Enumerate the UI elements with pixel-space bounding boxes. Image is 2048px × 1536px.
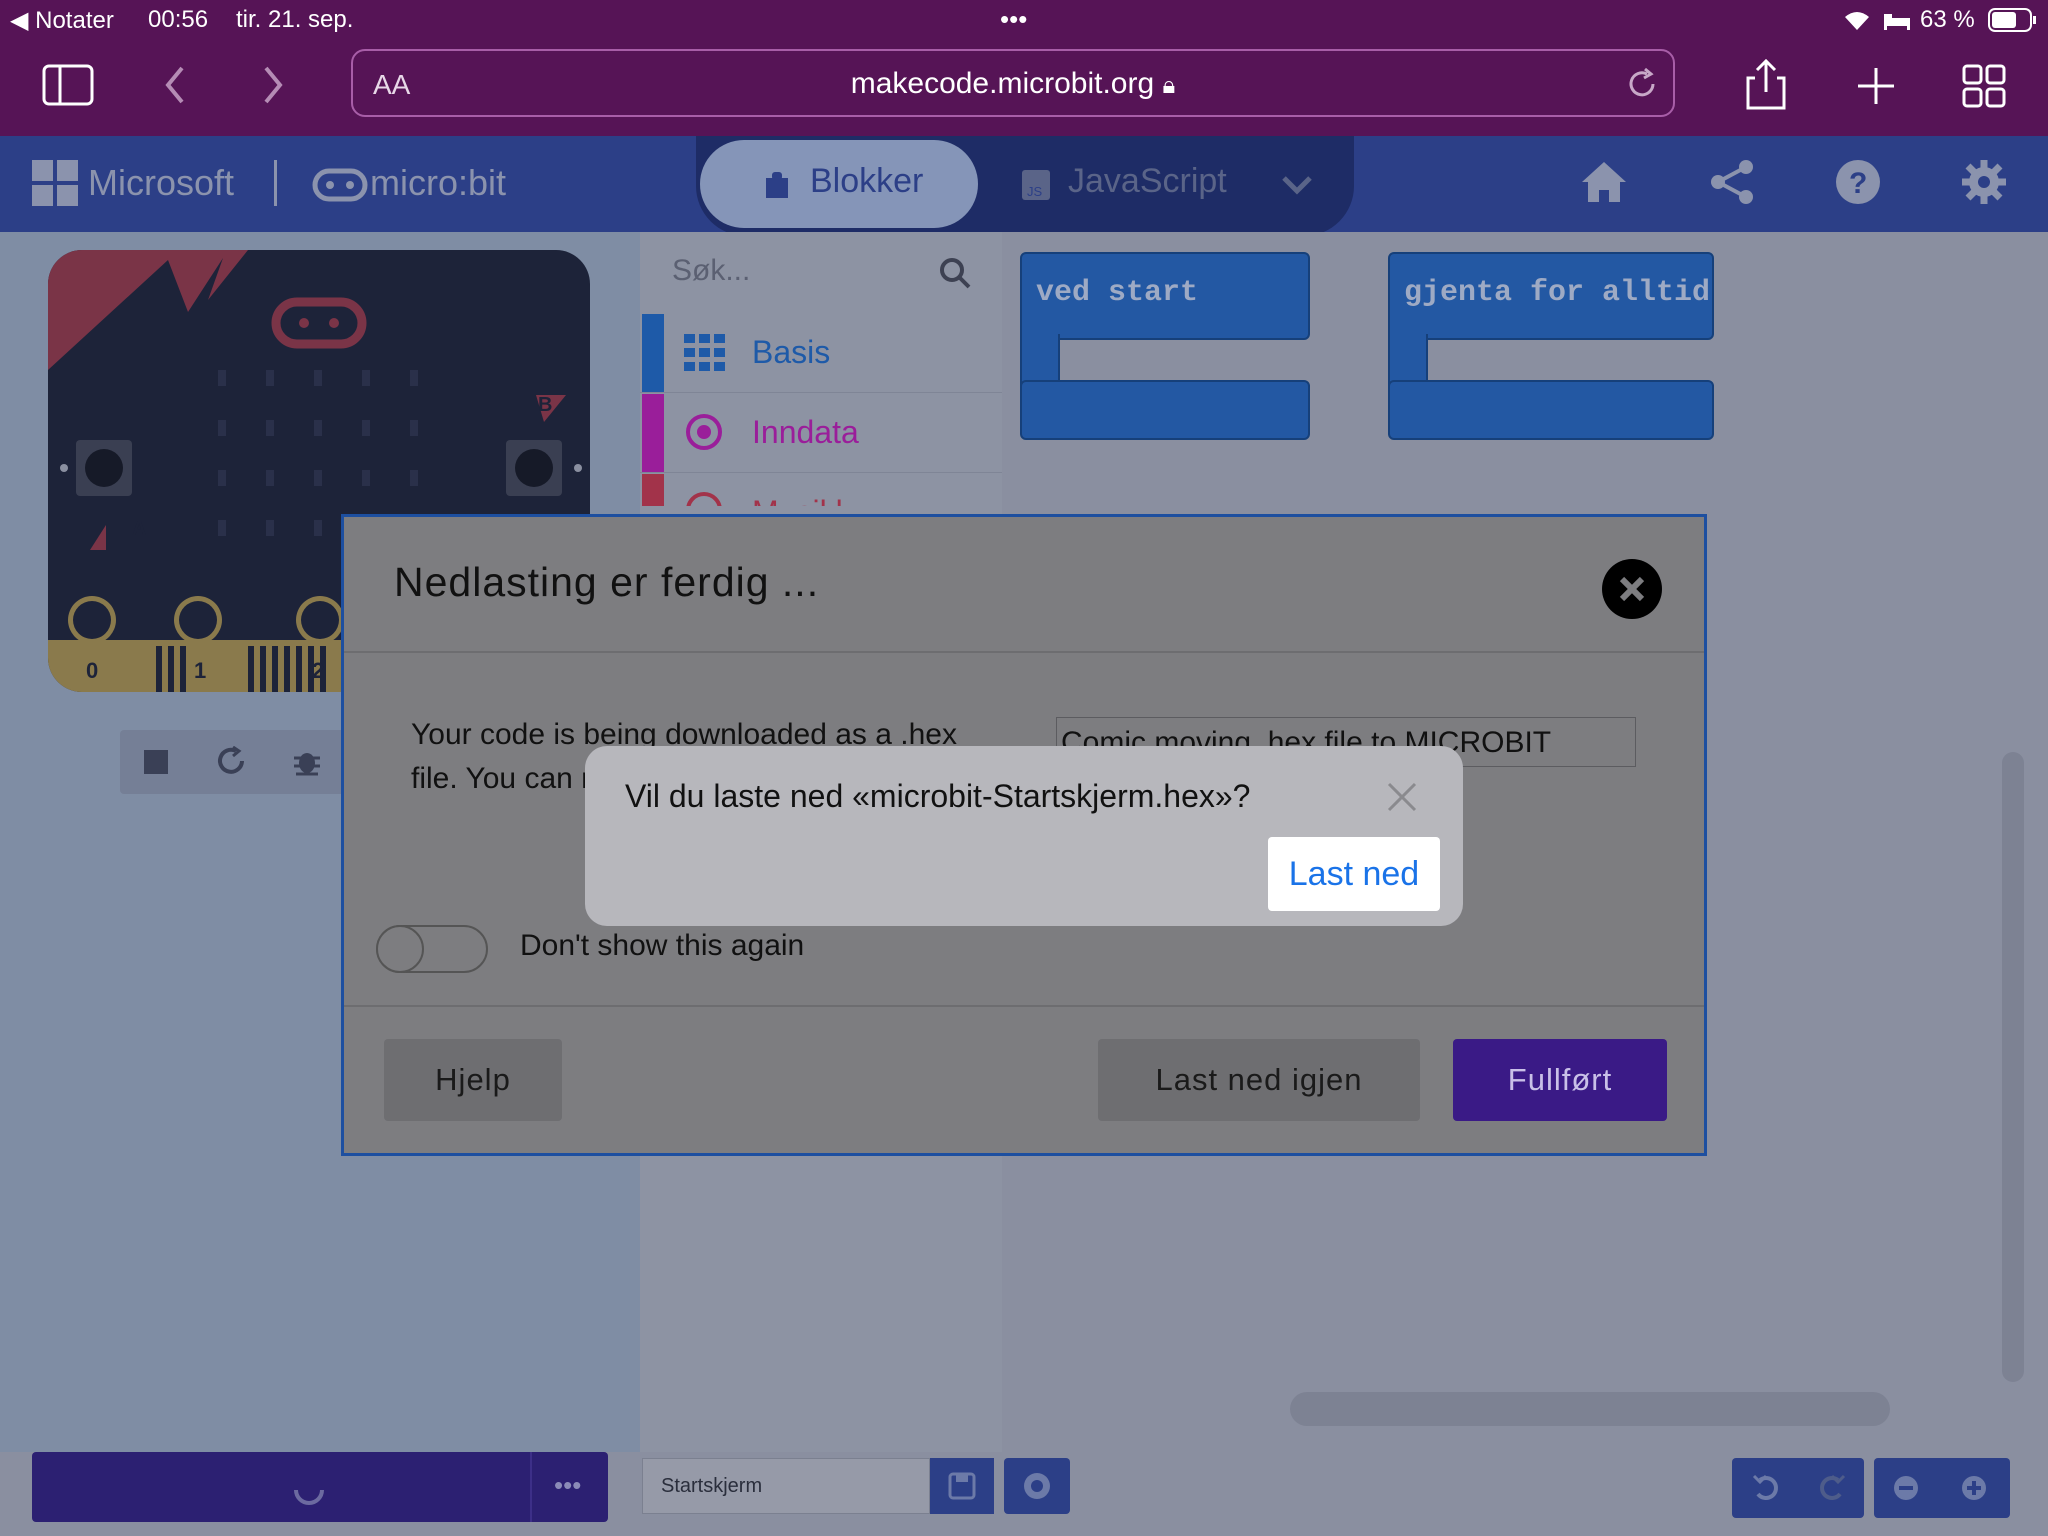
- save-icon: [948, 1472, 976, 1500]
- help-icon[interactable]: ?: [1834, 158, 1882, 206]
- status-date: tir. 21. sep.: [236, 6, 354, 33]
- dialog-close-button[interactable]: [1602, 559, 1662, 619]
- dont-show-label: Don't show this again: [520, 929, 805, 962]
- vertical-scrollbar[interactable]: [2002, 752, 2024, 1382]
- multitasking-dots[interactable]: •••: [1000, 4, 1027, 35]
- tabs-overview-icon[interactable]: [1956, 58, 2012, 114]
- status-time: 00:56: [148, 6, 209, 33]
- download-button[interactable]: •••: [32, 1452, 608, 1522]
- close-icon: [1619, 576, 1645, 602]
- microsoft-logo-icon: [32, 160, 78, 206]
- back-icon[interactable]: [148, 58, 204, 114]
- dialog-title: Nedlasting er ferdig ...: [394, 559, 820, 605]
- close-icon[interactable]: [1385, 780, 1419, 814]
- address-bar[interactable]: AA makecode.microbit.org 🔒︎: [351, 49, 1675, 117]
- search-input[interactable]: Søk...: [672, 254, 750, 288]
- microbit-label[interactable]: micro:bit: [370, 162, 506, 204]
- toolbox-search[interactable]: Søk...: [640, 232, 1002, 312]
- back-to-app[interactable]: ◀ Notater: [10, 6, 114, 35]
- header-divider: [274, 160, 277, 206]
- dialog-divider: [344, 651, 1704, 653]
- horizontal-scrollbar[interactable]: [1290, 1392, 1890, 1426]
- toolbox-item-musikk[interactable]: Musikk: [640, 474, 1002, 506]
- home-icon[interactable]: [1580, 160, 1628, 204]
- tab-blocks[interactable]: Blokker: [700, 140, 978, 228]
- block-forever-foot: [1388, 380, 1714, 440]
- pin-0-label: 0: [86, 658, 99, 683]
- battery-icon: [1988, 8, 2036, 32]
- category-color-bar: [642, 394, 664, 472]
- simulator-controls: [120, 730, 360, 794]
- dont-show-toggle[interactable]: [376, 925, 488, 973]
- done-button[interactable]: Fullført: [1453, 1039, 1667, 1121]
- share-icon[interactable]: [1738, 58, 1794, 114]
- block-on-start-foot: [1020, 380, 1310, 440]
- tab-javascript[interactable]: JS JavaScript: [1016, 140, 1306, 228]
- toggle-knob: [376, 925, 424, 973]
- help-button[interactable]: Hjelp: [384, 1039, 562, 1121]
- new-tab-icon[interactable]: [1848, 58, 1904, 114]
- search-icon[interactable]: [938, 256, 972, 290]
- toolbox-item-inndata[interactable]: Inndata: [640, 394, 1002, 473]
- dialog-divider: [344, 1005, 1704, 1007]
- puzzle-icon: [766, 172, 788, 198]
- zoom-group: [1874, 1458, 2010, 1518]
- status-bar: ◀ Notater 00:56 tir. 21. sep. ••• 63 %: [0, 0, 2048, 40]
- download-alert: Vil du laste ned «microbit-Startskjerm.h…: [585, 746, 1463, 926]
- pin-2-label: 2: [312, 658, 325, 683]
- more-options-button[interactable]: •••: [530, 1452, 610, 1522]
- gear-icon[interactable]: [1960, 158, 2008, 206]
- category-color-bar: [642, 474, 664, 506]
- microbit-logo-icon: [312, 168, 368, 202]
- restart-icon[interactable]: [216, 746, 246, 776]
- project-name-input[interactable]: Startskjerm: [642, 1458, 930, 1514]
- bottom-bar: ••• Startskjerm: [0, 1452, 2048, 1536]
- battery-percent: 63 %: [1920, 6, 1975, 33]
- stop-icon[interactable]: [144, 750, 168, 774]
- bed-icon: [1884, 14, 1910, 30]
- debug-icon[interactable]: [292, 746, 322, 776]
- microsoft-label[interactable]: Microsoft: [88, 162, 234, 204]
- pin-1-label: 1: [194, 658, 207, 683]
- github-icon: [1024, 1473, 1050, 1499]
- undo-icon[interactable]: [1752, 1474, 1782, 1502]
- alert-question: Vil du laste ned «microbit-Startskjerm.h…: [625, 778, 1251, 814]
- toolbox-item-basis[interactable]: Basis: [640, 314, 1002, 393]
- github-button[interactable]: [1004, 1458, 1070, 1514]
- button-b-label: B: [538, 394, 553, 416]
- target-icon: [686, 414, 722, 450]
- svg-text:JS: JS: [1027, 184, 1043, 199]
- undo-redo-group: [1732, 1458, 1864, 1518]
- download-again-button[interactable]: Last ned igjen: [1098, 1039, 1420, 1121]
- chevron-down-icon[interactable]: [1280, 170, 1314, 200]
- headphones-icon: [686, 492, 722, 506]
- grid-icon: [684, 334, 725, 371]
- block-on-start[interactable]: ved start: [1020, 252, 1310, 340]
- zoom-in-icon[interactable]: [1960, 1474, 1988, 1502]
- save-button[interactable]: [930, 1458, 994, 1514]
- redo-icon[interactable]: [1816, 1474, 1846, 1502]
- zoom-out-icon[interactable]: [1892, 1474, 1920, 1502]
- alert-download-button[interactable]: Last ned: [1268, 837, 1440, 911]
- loading-spinner-icon: [294, 1489, 324, 1505]
- lock-icon: 🔒︎: [1162, 72, 1176, 99]
- sidebar-icon[interactable]: [40, 58, 96, 114]
- share-network-icon[interactable]: [1708, 158, 1756, 206]
- button-a-label: A: [132, 518, 147, 540]
- wifi-icon: [1845, 12, 1869, 30]
- category-color-bar: [642, 314, 664, 392]
- reload-icon[interactable]: [1623, 65, 1661, 103]
- javascript-icon: JS: [1022, 170, 1050, 200]
- block-forever[interactable]: gjenta for alltid: [1388, 252, 1714, 340]
- url-text: makecode.microbit.org 🔒︎: [850, 67, 1176, 100]
- forward-icon[interactable]: [244, 58, 300, 114]
- svg-text:?: ?: [1849, 167, 1867, 200]
